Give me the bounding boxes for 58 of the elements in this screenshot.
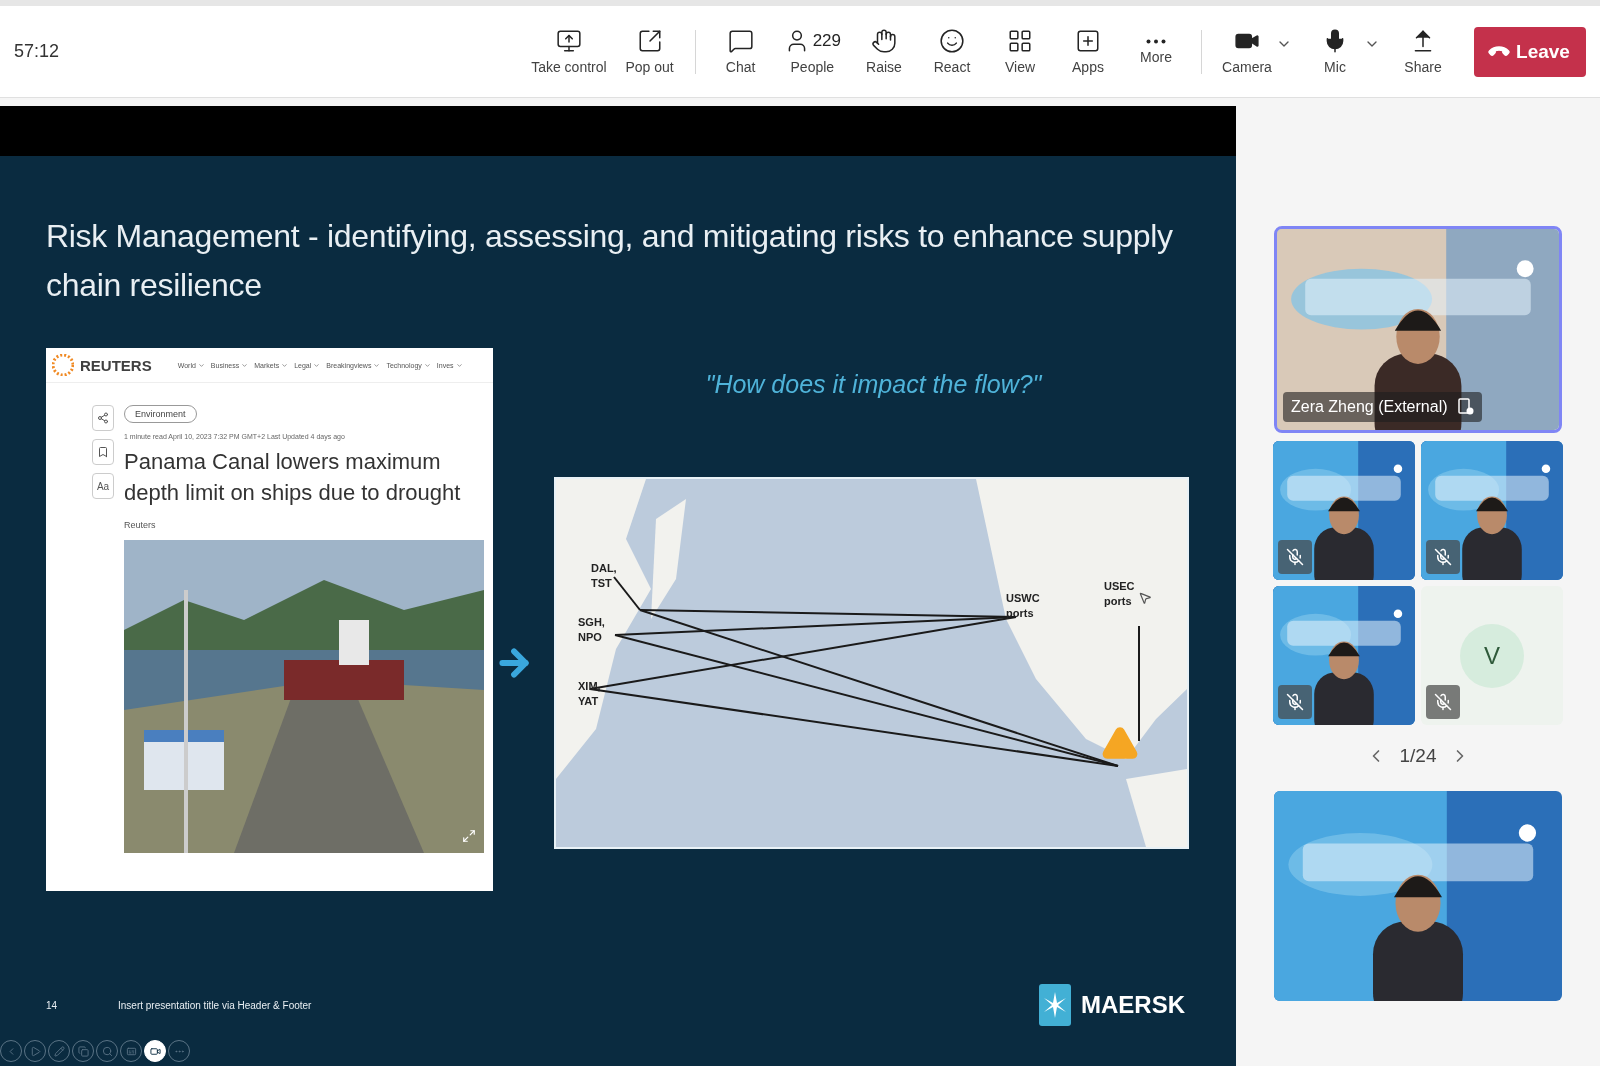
screen-share-icon (1457, 398, 1474, 416)
chevron-down-icon (281, 361, 289, 369)
bookmark-button[interactable] (92, 439, 114, 465)
participant-name: Zera Zheng (External) (1291, 398, 1448, 416)
chevron-down-icon (455, 361, 463, 369)
article-byline: Reuters (124, 520, 157, 530)
star-logo-icon (1039, 984, 1071, 1026)
video-tile[interactable]: V (1421, 586, 1563, 725)
warning-icon (1101, 724, 1139, 762)
avatar: V (1460, 623, 1524, 688)
slide-number: 14 (46, 999, 59, 1011)
react-button[interactable]: React (921, 24, 983, 79)
apps-button[interactable]: Apps (1057, 24, 1119, 79)
cursor-icon (1138, 591, 1152, 605)
camera-icon[interactable] (144, 1040, 166, 1062)
raise-button[interactable]: Raise (853, 24, 915, 79)
slide-title: Risk Management - identifying, assessing, and mitigating risks to enhance supply chain resilience (46, 217, 1174, 305)
grid-icon (1007, 28, 1033, 54)
chevron-down-icon (313, 361, 321, 369)
brand-logo: MAERSK (1081, 991, 1185, 1019)
chevron-down-icon (423, 361, 431, 369)
take-control-button[interactable]: Take control (525, 24, 613, 79)
share-button[interactable] (92, 405, 114, 431)
meeting-timer: 57:12 (14, 41, 60, 62)
map-label: DAL, TST (591, 561, 617, 591)
bookmark-icon (97, 446, 109, 458)
slide-quote: "How does it impact the flow?" (705, 370, 1042, 399)
map-label: SGH, NPO (578, 615, 605, 645)
chevron-down-icon (197, 361, 205, 369)
article-headline: Panama Canal lowers maximum depth limit on ships due to drought (124, 448, 462, 507)
pop-out-icon (636, 28, 663, 54)
pop-out-button[interactable]: Pop out (618, 24, 681, 79)
chat-button[interactable]: Chat (709, 24, 772, 79)
mic-button[interactable]: Mic (1304, 24, 1386, 79)
site-logo: REUTERS (80, 356, 152, 374)
share-icon (97, 412, 109, 424)
camera-button[interactable]: Camera (1216, 24, 1298, 79)
text-size-button[interactable]: Aa (92, 473, 114, 499)
more-button[interactable]: More (1125, 34, 1187, 69)
hand-icon (871, 28, 897, 54)
more-icon (1146, 38, 1166, 44)
people-button[interactable]: 229 People (777, 24, 847, 79)
leave-button[interactable]: Leave (1474, 26, 1586, 77)
map-label: XIM, YAT (578, 679, 601, 709)
apps-icon (1075, 28, 1101, 54)
video-tile[interactable]: Zera Zheng (External) (1274, 226, 1562, 433)
chevron-down-icon (241, 361, 249, 369)
chat-icon (727, 28, 754, 54)
logo-icon (52, 354, 74, 376)
share-button[interactable]: Share (1392, 24, 1454, 79)
map-label: USEC ports (1104, 579, 1135, 609)
view-button[interactable]: View (989, 24, 1051, 79)
expand-icon[interactable] (462, 829, 476, 843)
slide-footer: Insert presentation title via Header & Footer (118, 999, 312, 1011)
take-control-icon (555, 28, 582, 54)
smile-icon (939, 28, 965, 54)
page-indicator: 1/24 (1399, 745, 1437, 767)
chevron-down-icon (373, 361, 381, 369)
